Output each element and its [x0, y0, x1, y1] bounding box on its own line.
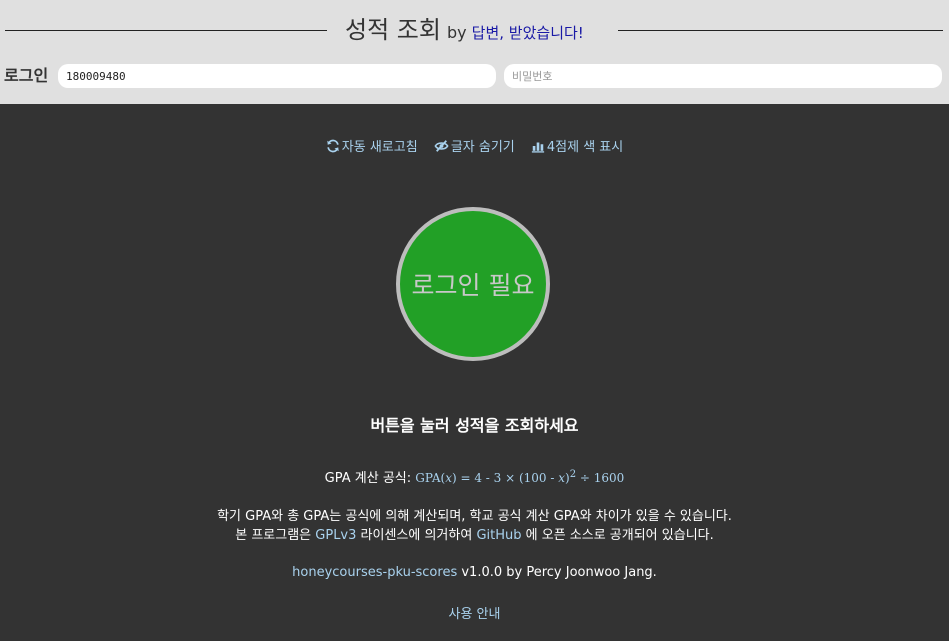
- title-divider-left: [5, 30, 327, 31]
- credit-version: v1.0.0 by Percy Joonwoo Jang.: [457, 565, 657, 580]
- notes-line-2: 본 프로그램은 GPLv3 라이센스에 의거하여 GitHub 에 오픈 소스로…: [0, 526, 949, 545]
- gpa-formula-label: GPA 계산 공식:: [324, 471, 412, 486]
- login-row: 로그인: [0, 63, 949, 89]
- formula-x1: x: [445, 471, 452, 485]
- four-point-color-label: 4점제 색 표시: [546, 140, 624, 155]
- formula-tail: ÷ 1600: [576, 471, 625, 485]
- formula-gpa: GPA(: [415, 471, 446, 485]
- formula-x2: x: [558, 471, 566, 485]
- project-link[interactable]: honeycourses-pku-scores: [292, 565, 457, 580]
- query-prompt: 버튼을 눌러 성적을 조회하세요: [370, 416, 579, 435]
- login-required-label: 로그인 필요: [411, 271, 535, 300]
- title-divider-right: [618, 30, 943, 31]
- refresh-icon: [326, 139, 340, 157]
- auto-refresh-toggle[interactable]: 자동 새로고침: [326, 136, 418, 157]
- header: 성적 조회 by 답변, 받았습니다! 로그인: [0, 0, 949, 104]
- four-point-color-toggle[interactable]: 4점제 색 표시: [531, 136, 623, 157]
- notes-line-1: 학기 GPA와 총 GPA는 공식에 의해 계산되며, 학교 공식 계산 GPA…: [217, 509, 732, 524]
- login-required-button[interactable]: 로그인 필요: [396, 207, 550, 361]
- page-title-main: 성적 조회: [345, 16, 441, 44]
- auto-refresh-label: 자동 새로고침: [341, 140, 418, 155]
- github-link[interactable]: GitHub: [476, 528, 521, 543]
- password-input[interactable]: [504, 64, 942, 88]
- formula-mid: ) = 4 - 3 × (100 -: [451, 471, 559, 485]
- page-title: 성적 조회 by 답변, 받았습니다!: [345, 12, 605, 48]
- notes-line-2-prefix: 본 프로그램은: [235, 528, 316, 543]
- notes: 학기 GPA와 총 GPA는 공식에 의해 계산되며, 학교 공식 계산 GPA…: [0, 507, 949, 545]
- title-row: 성적 조회 by 답변, 받았습니다!: [0, 12, 949, 48]
- notes-line-2-suffix: 에 오픈 소스로 공개되어 있습니다.: [521, 528, 714, 543]
- hide-text-label: 글자 숨기기: [450, 140, 515, 155]
- student-id-input[interactable]: [58, 64, 496, 88]
- hide-text-toggle[interactable]: 글자 숨기기: [434, 136, 515, 157]
- notes-line-2-mid: 라이센스에 의거하여: [356, 528, 477, 543]
- credit: honeycourses-pku-scores v1.0.0 by Percy …: [0, 565, 949, 580]
- title-author-link[interactable]: 답변, 받았습니다!: [472, 24, 584, 42]
- usage-guide-link[interactable]: 사용 안내: [449, 607, 501, 622]
- gpa-formula: GPA 계산 공식: GPA(x) = 4 - 3 × (100 - x)2 ÷…: [0, 467, 949, 486]
- eye-slash-icon: [434, 139, 449, 157]
- chart-icon: [531, 139, 545, 157]
- toolbar: 자동 새로고침 글자 숨기기 4점제 색 표시: [0, 136, 949, 156]
- page-title-by: by: [446, 23, 467, 42]
- gplv3-link[interactable]: GPLv3: [315, 528, 356, 543]
- login-label: 로그인: [4, 66, 49, 85]
- guide: 사용 안내: [0, 603, 949, 622]
- gpa-formula-expression: GPA(x) = 4 - 3 × (100 - x)2 ÷ 1600: [415, 469, 625, 485]
